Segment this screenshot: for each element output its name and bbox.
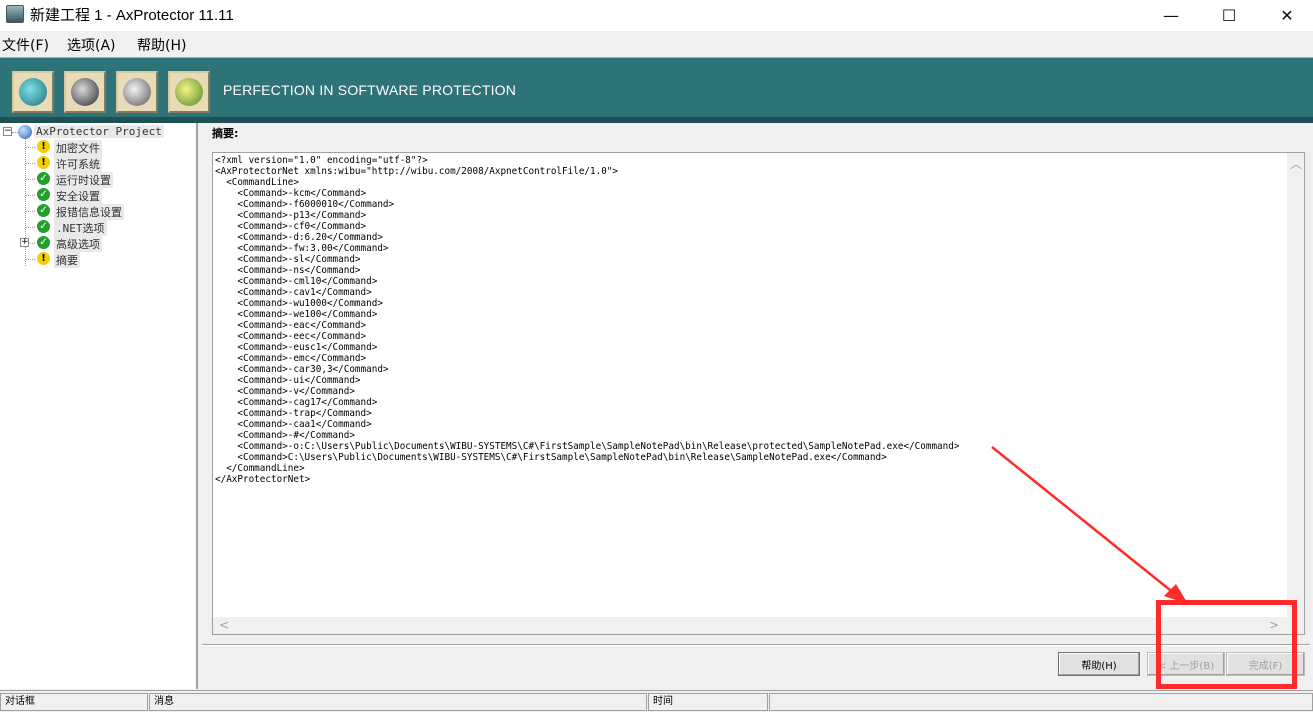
tree-line [25,259,35,260]
xml-content: <?xml version="1.0" encoding="utf-8"?> <… [215,155,960,485]
app-icon [6,5,24,23]
refresh-icon [19,78,47,106]
scroll-up-icon[interactable]: ︿ [1290,155,1302,172]
tree-line [25,179,35,180]
check-icon: ✓ [37,188,50,201]
warning-icon: ! [37,140,50,153]
document-icon [71,78,99,106]
tree-line [25,227,35,228]
menu-bar: 文件(F) 选项(A) 帮助(H) [0,31,1313,57]
status-extra [769,693,1313,711]
vertical-scrollbar[interactable]: ︿ [1287,153,1304,618]
warning-icon: ! [37,156,50,169]
title-bar: 新建工程 1 - AxProtector 11.11 — ☐ ✕ [0,0,1313,31]
warning-icon: ! [37,252,50,265]
tree-line [25,147,35,148]
tree-line [30,243,35,244]
toolbar-button-refresh[interactable] [12,71,54,113]
maximize-button[interactable]: ☐ [1206,0,1252,31]
cd-icon [123,78,151,106]
tree-expand-icon[interactable]: + [20,238,29,247]
toolbar-button-gear[interactable] [168,71,210,113]
status-message: 消息 [149,693,647,711]
check-icon: ✓ [37,220,50,233]
check-icon: ✓ [37,204,50,217]
banner-tagline: PERFECTION IN SOFTWARE PROTECTION [223,82,517,98]
summary-label: 摘要: [212,127,239,140]
window-title: 新建工程 1 - AxProtector 11.11 [30,7,234,24]
project-tree[interactable]: − AxProtector Project ! 加密文件 ! 许可系统 ✓ 运行… [0,123,198,689]
tree-line [25,195,35,196]
project-globe-icon [18,125,32,139]
toolbar-button-cd[interactable] [116,71,158,113]
tree-line [25,211,35,212]
horizontal-scrollbar[interactable]: < > [213,617,1304,634]
menu-options[interactable]: 选项(A) [67,35,116,55]
help-button[interactable]: 帮助(H) [1058,652,1140,676]
tree-line [25,163,35,164]
annotation-highlight-box [1156,600,1297,689]
menu-help[interactable]: 帮助(H) [137,35,186,55]
toolbar-button-document[interactable] [64,71,106,113]
menu-file[interactable]: 文件(F) [2,35,49,55]
status-bar: 对话框 消息 时间 [0,690,1313,712]
banner: PERFECTION IN SOFTWARE PROTECTION [0,57,1313,117]
scroll-left-icon[interactable]: < [219,618,229,632]
status-dialog: 对话框 [0,693,148,711]
xml-summary-textarea[interactable]: <?xml version="1.0" encoding="utf-8"?> <… [212,152,1305,635]
gear-icon [175,78,203,106]
check-icon: ✓ [37,236,50,249]
close-button[interactable]: ✕ [1264,0,1310,31]
status-time: 时间 [648,693,768,711]
button-separator [202,644,1310,646]
minimize-button[interactable]: — [1148,0,1194,31]
tree-collapse-icon[interactable]: − [3,127,12,136]
check-icon: ✓ [37,172,50,185]
